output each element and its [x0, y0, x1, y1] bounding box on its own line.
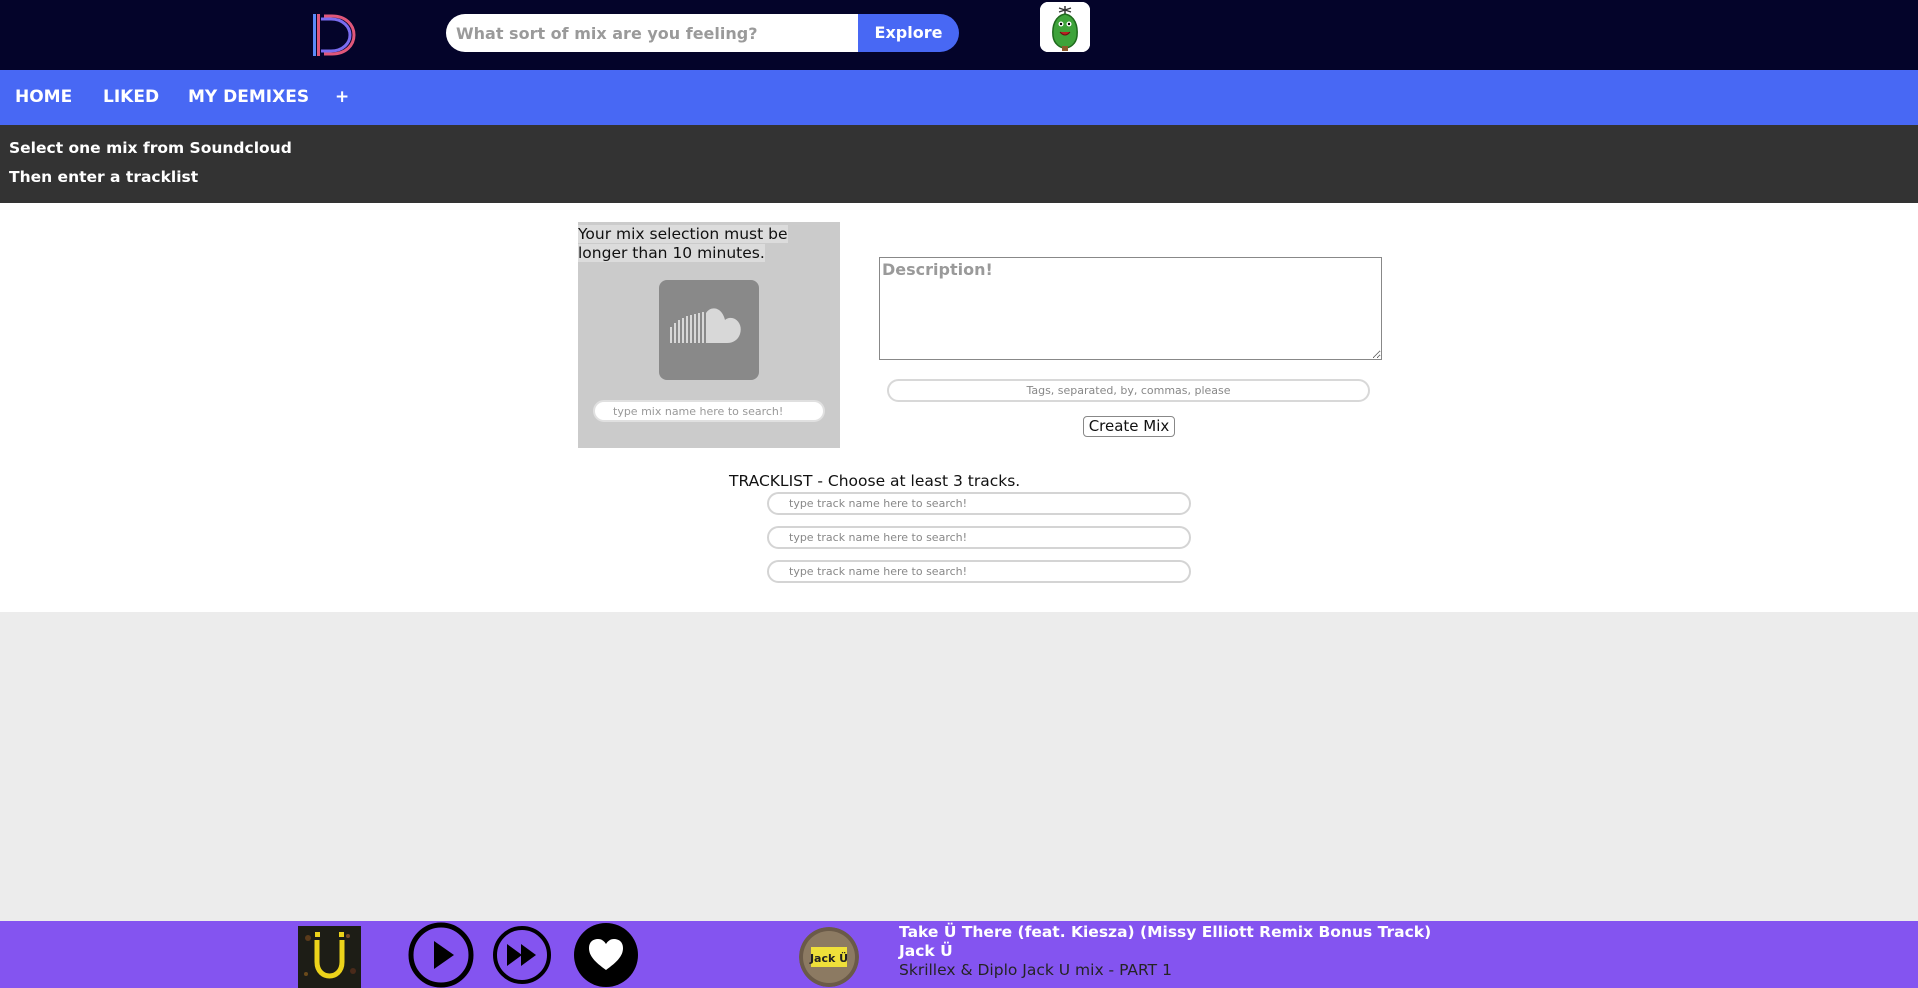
create-mix-button[interactable]: Create Mix [1083, 416, 1175, 437]
main-nav: HOME LIKED MY DEMIXES + [0, 70, 1918, 125]
nav-add-button[interactable]: + [335, 70, 349, 125]
explore-button[interactable]: Explore [858, 14, 959, 52]
now-playing-mix-name: Skrillex & Diplo Jack U mix - PART 1 [899, 961, 1172, 979]
mix-cover-image: Jack Ü [799, 927, 859, 987]
mix-note-line-1: Your mix selection must be [578, 225, 788, 243]
soundcloud-mix-search-input[interactable] [593, 400, 825, 422]
mix-mood-search-input[interactable] [446, 14, 858, 52]
instruction-line-2: Then enter a tracklist [9, 168, 199, 186]
album-art-image [298, 926, 361, 988]
tracklist-title: TRACKLIST - Choose at least 3 tracks. [729, 472, 1021, 490]
play-icon[interactable] [408, 922, 474, 988]
nav-liked[interactable]: LIKED [103, 70, 159, 125]
svg-text:Jack Ü: Jack Ü [809, 951, 848, 965]
now-playing-artist: Jack Ü [899, 942, 953, 960]
top-bar: Explore [0, 0, 1918, 70]
user-avatar-icon[interactable] [1040, 2, 1090, 52]
nav-my-demixes[interactable]: MY DEMIXES [188, 70, 309, 125]
track-search-input-2[interactable] [767, 526, 1191, 549]
description-textarea[interactable] [879, 257, 1382, 360]
instruction-line-1: Select one mix from Soundcloud [9, 139, 292, 157]
instructions-banner: Select one mix from Soundcloud Then ente… [0, 125, 1918, 203]
nav-home[interactable]: HOME [15, 70, 72, 125]
mix-search-bar: Explore [446, 14, 959, 52]
mix-note-line-2: longer than 10 minutes. [578, 244, 765, 262]
now-playing-title: Take Ü There (feat. Kiesza) (Missy Ellio… [899, 923, 1432, 941]
track-search-input-3[interactable] [767, 560, 1191, 583]
mix-length-note: Your mix selection must be longer than 1… [578, 225, 840, 263]
create-mix-panel: Your mix selection must be longer than 1… [0, 203, 1918, 612]
track-search-input-1[interactable] [767, 492, 1191, 515]
heart-icon[interactable] [573, 922, 639, 988]
demix-logo-icon[interactable] [310, 10, 360, 60]
player-bar: Jack Ü Take Ü There (feat. Kiesza) (Miss… [0, 921, 1918, 988]
soundcloud-icon[interactable] [659, 280, 759, 380]
mix-selection-box: Your mix selection must be longer than 1… [578, 222, 840, 448]
fast-forward-icon[interactable] [489, 922, 555, 988]
tags-input[interactable] [887, 379, 1370, 402]
